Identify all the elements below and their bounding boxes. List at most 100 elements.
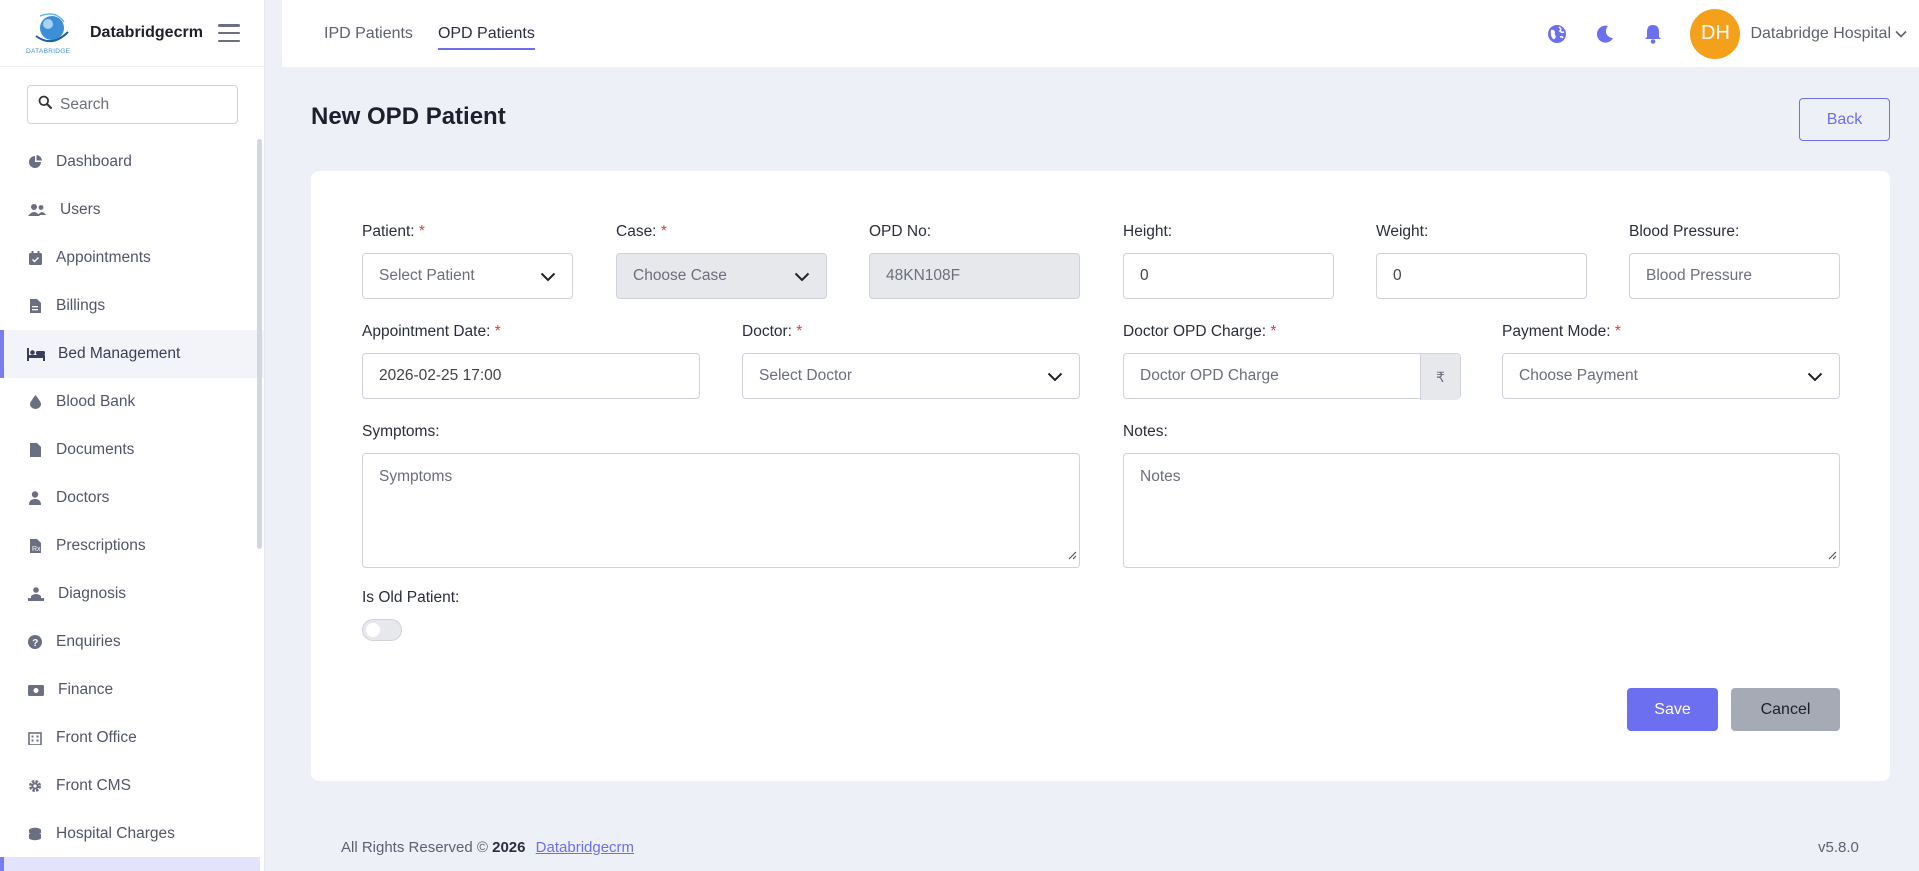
sidebar-item-label: Front Office [56, 729, 137, 746]
height-field: Height: [1123, 223, 1334, 299]
sidebar-item-label: Prescriptions [56, 537, 146, 554]
sidebar-item-label: Blood Bank [56, 393, 136, 410]
sidebar-item-users[interactable]: Users [0, 186, 264, 234]
height-label: Height: [1123, 223, 1173, 240]
sidebar-item-blood-bank[interactable]: Blood Bank [0, 378, 264, 426]
weight-field: Weight: [1376, 223, 1587, 299]
doctor-opd-charge-label: Doctor OPD Charge: * [1123, 323, 1277, 340]
sidebar-item-prescriptions[interactable]: Rx Prescriptions [0, 522, 264, 570]
sidebar-item-label: Front CMS [56, 777, 131, 794]
save-button[interactable]: Save [1627, 688, 1718, 731]
symptoms-label: Symptoms: [362, 423, 440, 440]
case-field: Case: * Choose Case [616, 223, 827, 299]
moon-icon[interactable] [1594, 23, 1616, 45]
notes-label: Notes: [1123, 423, 1168, 440]
sidebar-item-documents[interactable]: Documents [0, 426, 264, 474]
sidebar-item-diagnosis[interactable]: Diagnosis [0, 570, 264, 618]
sidebar-item-doctors[interactable]: Doctors [0, 474, 264, 522]
sidebar-item-dashboard[interactable]: Dashboard [0, 138, 264, 186]
doctor-select[interactable]: Select Doctor [742, 353, 1080, 399]
opd-no-input: 48KN108F [869, 253, 1080, 299]
appointment-date-label: Appointment Date: * [362, 323, 501, 340]
top-header: IPD Patients OPD Patients DH Databridge … [282, 0, 1919, 67]
user-menu[interactable]: Databridge Hospital [1750, 25, 1907, 43]
sidebar-item-label: Hospital Charges [56, 825, 175, 842]
chevron-down-icon [1807, 369, 1823, 387]
weight-input[interactable] [1393, 267, 1570, 285]
sidebar-item-hospital-charges[interactable]: Hospital Charges [0, 810, 264, 858]
is-old-patient-toggle[interactable] [362, 619, 402, 641]
sidebar-item-front-office[interactable]: Front Office [0, 714, 264, 762]
footer-version: v5.8.0 [1818, 839, 1859, 856]
globe-icon[interactable] [1546, 23, 1568, 45]
cancel-button[interactable]: Cancel [1731, 688, 1840, 731]
sidebar-item-label: Appointments [56, 249, 151, 266]
back-button[interactable]: Back [1799, 98, 1890, 141]
blood-pressure-label: Blood Pressure: [1629, 223, 1740, 240]
sidebar-item-label: Documents [56, 441, 135, 458]
tab-ipd-patients[interactable]: IPD Patients [324, 0, 413, 67]
sidebar-item-appointments[interactable]: Appointments [0, 234, 264, 282]
case-label: Case: * [616, 223, 667, 240]
symptoms-field: Symptoms: Symptoms [362, 423, 1080, 568]
sidebar-item-enquiries[interactable]: ? Enquiries [0, 618, 264, 666]
sidebar-item-bed-management[interactable]: Bed Management [0, 330, 264, 378]
footer-link[interactable]: Databridgecrm [536, 839, 634, 856]
search-input[interactable] [60, 95, 227, 114]
doctor-opd-charge-input-wrap: ₹ [1123, 353, 1461, 400]
page-title: New OPD Patient [311, 103, 506, 130]
sidebar-item-billings[interactable]: Billings [0, 282, 264, 330]
sidebar-item-finance[interactable]: Finance [0, 666, 264, 714]
sidebar-item-label: Finance [58, 681, 114, 698]
databridge-logo[interactable]: DATABRIDGE [26, 8, 78, 58]
sidebar: DATABRIDGE Databridgecrm Dashboard Users… [0, 0, 265, 871]
blood-pressure-field: Blood Pressure: [1629, 223, 1840, 299]
payment-mode-field: Payment Mode: * Choose Payment [1502, 323, 1840, 399]
sidebar-item-label: Diagnosis [58, 585, 127, 602]
doctor-opd-charge-input[interactable] [1140, 367, 1412, 385]
sidebar-item-partial[interactable] [0, 857, 260, 871]
footer-copyright: All Rights Reserved © 2026 Databridgecrm [341, 839, 635, 856]
blood-pressure-input-wrap [1629, 253, 1840, 299]
case-select[interactable]: Choose Case [616, 253, 827, 299]
symptoms-textarea[interactable]: Symptoms [362, 453, 1080, 568]
hamburger-menu-icon[interactable] [218, 24, 240, 42]
appointment-date-input[interactable] [379, 367, 683, 385]
weight-label: Weight: [1376, 223, 1429, 240]
resize-handle-icon[interactable] [1827, 547, 1837, 565]
sidebar-item-front-cms[interactable]: Front CMS [0, 762, 264, 810]
rupee-icon: ₹ [1420, 354, 1460, 400]
header-tabs: IPD Patients OPD Patients [282, 0, 535, 67]
bed-icon [26, 345, 46, 363]
opd-no-field: OPD No: 48KN108F [869, 223, 1080, 299]
blood-pressure-input[interactable] [1646, 267, 1823, 285]
is-old-patient-label: Is Old Patient: [362, 589, 460, 606]
appointment-date-field: Appointment Date: * [362, 323, 700, 399]
payment-mode-select[interactable]: Choose Payment [1502, 353, 1840, 399]
height-input-wrap [1123, 253, 1334, 299]
chevron-down-icon [794, 269, 810, 287]
calendar-check-icon [26, 249, 44, 267]
resize-handle-icon[interactable] [1067, 547, 1077, 565]
patient-field: Patient: * Select Patient [362, 223, 573, 299]
money-icon [26, 681, 46, 699]
logo-text: DATABRIDGE [26, 48, 71, 55]
droplet-icon [26, 393, 44, 411]
svg-text:?: ? [32, 638, 38, 649]
bell-icon[interactable] [1642, 23, 1664, 45]
patient-select[interactable]: Select Patient [362, 253, 573, 299]
sidebar-scrollbar[interactable] [257, 139, 262, 549]
patient-label: Patient: * [362, 223, 425, 240]
users-icon [26, 201, 48, 219]
chevron-down-icon [1047, 369, 1063, 387]
app-name: Databridgecrm [90, 24, 203, 41]
notes-textarea[interactable]: Notes [1123, 453, 1840, 568]
question-circle-icon: ? [26, 633, 44, 651]
prescription-icon: Rx [26, 537, 44, 555]
sidebar-item-label: Bed Management [58, 345, 181, 362]
invoice-icon [26, 297, 44, 315]
height-input[interactable] [1140, 267, 1317, 285]
avatar[interactable]: DH [1690, 8, 1741, 59]
tab-opd-patients[interactable]: OPD Patients [437, 0, 535, 67]
sidebar-item-label: Enquiries [56, 633, 121, 650]
